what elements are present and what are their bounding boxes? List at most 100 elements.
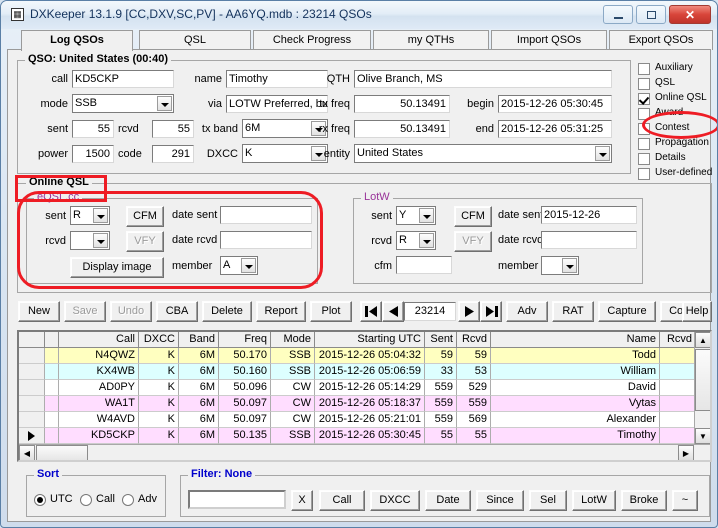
chevron-down-icon[interactable] — [93, 233, 108, 248]
grid-header-mode[interactable]: Mode — [271, 332, 315, 348]
grid-header-rcvd[interactable]: Rcvd — [457, 332, 491, 348]
report-button[interactable]: Report — [256, 301, 306, 322]
record-number-input[interactable]: 23214 — [404, 302, 456, 321]
filter-clear-button[interactable]: X — [291, 490, 313, 511]
tab-qsl[interactable]: QSL — [139, 30, 251, 50]
lotw-member-combo[interactable] — [541, 256, 579, 275]
radio-button[interactable] — [122, 494, 134, 506]
chevron-down-icon[interactable] — [419, 233, 434, 248]
lotw-cfm-button[interactable]: CFM — [454, 206, 492, 227]
prev-record-button[interactable] — [382, 301, 404, 322]
grid-header-dxcc[interactable]: DXCC — [139, 332, 179, 348]
grid-vertical-scrollbar[interactable]: ▲ ▼ — [694, 332, 710, 444]
horizontal-scroll-thumb[interactable] — [36, 445, 88, 460]
row-marker[interactable] — [19, 396, 45, 412]
checkbox-user-defined[interactable]: User-defined — [638, 167, 712, 182]
filter-since-button[interactable]: Since — [476, 490, 524, 511]
lotw-date-rcvd-input[interactable] — [541, 231, 637, 249]
delete-button[interactable]: Delete — [202, 301, 252, 322]
eqsl-sent-combo[interactable]: R — [70, 206, 110, 225]
tx-freq-input[interactable]: 50.13491 — [354, 95, 450, 113]
next-record-button[interactable] — [458, 301, 480, 322]
chevron-down-icon[interactable] — [419, 208, 434, 223]
plot-button[interactable]: Plot — [310, 301, 352, 322]
checkbox-qsl[interactable]: QSL — [638, 77, 712, 92]
row-marker[interactable] — [19, 348, 45, 364]
radio-button[interactable] — [80, 494, 92, 506]
eqsl-date-sent-input[interactable] — [220, 206, 312, 224]
last-record-button[interactable] — [480, 301, 502, 322]
filter-sel-button[interactable]: Sel — [529, 490, 567, 511]
power-input[interactable]: 1500 — [72, 145, 114, 163]
eqsl-member-combo[interactable]: A — [220, 256, 258, 275]
lotw-rcvd-combo[interactable]: R — [396, 231, 436, 250]
scroll-up-button[interactable]: ▲ — [695, 332, 710, 348]
table-row[interactable]: WA1T K 6M 50.097 CW 2015-12-26 05:18:37 … — [19, 396, 696, 412]
checkbox-award[interactable]: Award — [638, 107, 712, 122]
tab-check-progress[interactable]: Check Progress — [253, 30, 371, 50]
new-button[interactable]: New — [18, 301, 60, 322]
checkbox-box[interactable] — [638, 78, 650, 90]
scroll-left-button[interactable]: ◀ — [19, 445, 35, 460]
checkbox-online-qsl[interactable]: Online QSL — [638, 92, 712, 107]
adv-button[interactable]: Adv — [506, 301, 548, 322]
row-marker-selected[interactable] — [19, 428, 45, 444]
filter-dxcc-button[interactable]: DXCC — [370, 490, 420, 511]
tab-my-qths[interactable]: my QTHs — [373, 30, 489, 50]
code-input[interactable]: 291 — [152, 145, 194, 163]
chevron-down-icon[interactable] — [241, 258, 256, 273]
end-input[interactable]: 2015-12-26 05:31:25 — [498, 120, 612, 138]
table-row[interactable]: AD0PY K 6M 50.096 CW 2015-12-26 05:14:29… — [19, 380, 696, 396]
minimize-button[interactable] — [603, 5, 633, 24]
first-record-button[interactable] — [360, 301, 382, 322]
checkbox-propagation[interactable]: Propagation — [638, 137, 712, 152]
filter-date-button[interactable]: Date — [425, 490, 471, 511]
checkbox-box[interactable] — [638, 123, 650, 135]
checkbox-box[interactable] — [638, 93, 650, 105]
table-row[interactable]: W4AVD K 6M 50.097 CW 2015-12-26 05:21:01… — [19, 412, 696, 428]
chevron-down-icon[interactable] — [595, 146, 610, 161]
row-marker[interactable] — [19, 412, 45, 428]
rat-button[interactable]: RAT — [552, 301, 594, 322]
lotw-cfm-input[interactable] — [396, 256, 452, 274]
filter-call-button[interactable]: Call — [319, 490, 365, 511]
checkbox-box[interactable] — [638, 63, 650, 75]
chevron-down-icon[interactable] — [93, 208, 108, 223]
checkbox-details[interactable]: Details — [638, 152, 712, 167]
table-row[interactable]: KX4WB K 6M 50.160 SSB 2015-12-26 05:06:5… — [19, 364, 696, 380]
tab-export-qsos[interactable]: Export QSOs — [609, 30, 713, 50]
maximize-button[interactable] — [636, 5, 666, 24]
grid-horizontal-scrollbar[interactable]: ◀ ▶ — [19, 444, 710, 460]
eqsl-date-rcvd-input[interactable] — [220, 231, 312, 249]
filter-tilde-button[interactable]: ~ — [672, 490, 698, 511]
table-row[interactable]: N4QWZ K 6M 50.170 SSB 2015-12-26 05:04:3… — [19, 348, 696, 364]
tab-import-qsos[interactable]: Import QSOs — [491, 30, 607, 50]
eqsl-display-image-button[interactable]: Display image — [70, 257, 164, 278]
radio-button[interactable] — [34, 494, 46, 506]
lotw-sent-combo[interactable]: Y — [396, 206, 436, 225]
checkbox-box[interactable] — [638, 168, 650, 180]
eqsl-cfm-button[interactable]: CFM — [126, 206, 164, 227]
grid-header-name[interactable]: Name — [491, 332, 660, 348]
vertical-scroll-thumb[interactable] — [695, 349, 710, 411]
table-row[interactable]: KD5CKP K 6M 50.135 SSB 2015-12-26 05:30:… — [19, 428, 696, 444]
row-marker[interactable] — [19, 380, 45, 396]
capture-button[interactable]: Capture — [598, 301, 656, 322]
grid-header-sent[interactable]: Sent — [425, 332, 457, 348]
lotw-date-sent-input[interactable]: 2015-12-26 — [541, 206, 637, 224]
close-button[interactable]: ✕ — [669, 5, 711, 24]
help-button[interactable]: Help — [682, 301, 712, 322]
sent-input[interactable]: 55 — [72, 120, 114, 138]
chevron-down-icon[interactable] — [562, 258, 577, 273]
checkbox-contest[interactable]: Contest — [638, 122, 712, 137]
checkbox-box[interactable] — [638, 138, 650, 150]
scroll-right-button[interactable]: ▶ — [678, 445, 694, 460]
mode-combo[interactable]: SSB — [72, 94, 174, 113]
chevron-down-icon[interactable] — [157, 96, 172, 111]
grid-header-band[interactable]: Band — [179, 332, 219, 348]
row-marker[interactable] — [19, 364, 45, 380]
filter-lotw-button[interactable]: LotW — [572, 490, 616, 511]
name-input[interactable]: Timothy — [226, 70, 328, 88]
rx-freq-input[interactable]: 50.13491 — [354, 120, 450, 138]
cba-button[interactable]: CBA — [156, 301, 198, 322]
